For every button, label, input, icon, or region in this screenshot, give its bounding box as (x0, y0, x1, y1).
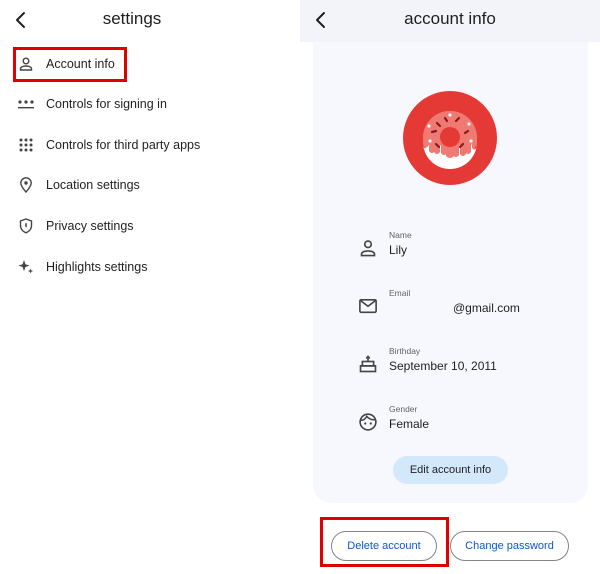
apps-grid-icon (14, 133, 38, 157)
field-label: Birthday (389, 346, 421, 356)
menu-item-label: Highlights settings (46, 260, 148, 274)
location-pin-icon (14, 173, 38, 197)
menu-item-label: Privacy settings (46, 219, 134, 233)
field-birthday: Birthday September 10, 2011 (358, 346, 578, 386)
field-value: September 10, 2011 (389, 359, 497, 373)
field-name: Name Lily (358, 230, 578, 270)
face-icon (359, 413, 377, 431)
edit-account-info-button[interactable]: Edit account info (393, 456, 508, 484)
field-label: Email (389, 288, 411, 298)
field-value: Lily (389, 243, 408, 257)
donut-icon (403, 91, 497, 185)
delete-account-button[interactable]: Delete account (331, 531, 437, 561)
field-label: Name (389, 230, 412, 240)
cake-icon (359, 355, 377, 373)
password-dots-icon (14, 92, 38, 116)
menu-item-location-settings[interactable]: Location settings (14, 168, 284, 202)
field-gender: Gender Female (358, 404, 578, 444)
field-value: @gmail.com (453, 301, 520, 315)
page-title: settings (102, 9, 162, 28)
account-info-card: Name Lily Email @gmail.com Birthday Sept… (313, 42, 588, 503)
sparkle-icon (14, 255, 38, 279)
menu-item-highlights-settings[interactable]: Highlights settings (14, 250, 284, 284)
menu-item-privacy-settings[interactable]: Privacy settings (14, 209, 284, 243)
menu-item-controls-signing-in[interactable]: Controls for signing in (14, 87, 284, 121)
shield-icon (14, 214, 38, 238)
change-password-button[interactable]: Change password (450, 531, 569, 561)
menu-item-label: Account info (46, 57, 115, 71)
menu-item-account-info[interactable]: Account info (14, 47, 284, 81)
menu-item-third-party-apps[interactable]: Controls for third party apps (14, 128, 284, 162)
field-label: Gender (389, 404, 418, 414)
settings-panel: settings Account info Controls for signi… (0, 0, 300, 574)
account-info-panel: account info Name Lily Email @gmail.com … (300, 0, 600, 574)
person-icon (360, 240, 376, 257)
menu-item-label: Location settings (46, 178, 140, 192)
menu-item-label: Controls for third party apps (46, 138, 201, 152)
menu-item-label: Controls for signing in (46, 97, 167, 111)
page-title: account info (404, 9, 496, 28)
field-email: Email @gmail.com (358, 288, 578, 328)
field-value: Female (389, 417, 430, 431)
person-icon (14, 52, 38, 76)
mail-icon (359, 298, 377, 314)
avatar[interactable] (395, 90, 505, 186)
